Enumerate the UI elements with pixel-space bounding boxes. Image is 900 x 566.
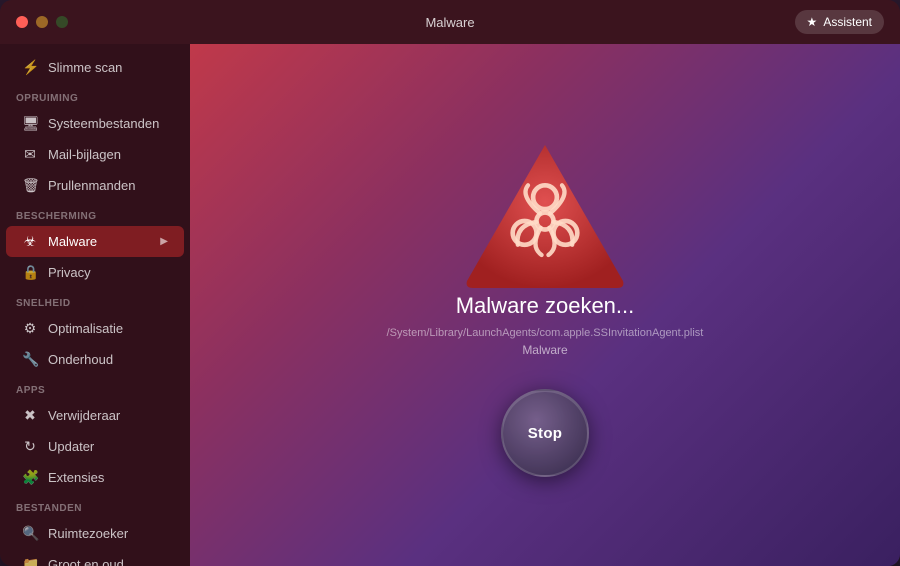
- window-title: Malware: [425, 15, 474, 30]
- titlebar: Malware ★ Assistent: [0, 0, 900, 44]
- section-label-bescherming: Bescherming: [0, 201, 190, 226]
- sidebar-item-label: Groot en oud: [48, 557, 124, 566]
- sidebar-item-extensies[interactable]: 🧩 Extensies: [6, 462, 184, 493]
- sidebar-item-onderhoud[interactable]: 🔧 Onderhoud: [6, 344, 184, 375]
- sidebar-item-ruimtezoeker[interactable]: 🔍 Ruimtezoeker: [6, 518, 184, 549]
- sidebar-item-optimalisatie[interactable]: ⚙ Optimalisatie: [6, 313, 184, 344]
- mail-bijlagen-icon: ✉: [22, 146, 38, 163]
- prullenmanden-icon: 🗑: [22, 177, 38, 194]
- sidebar-item-label: Slimme scan: [48, 60, 122, 75]
- sidebar-item-label: Privacy: [48, 265, 91, 280]
- stop-button[interactable]: Stop: [501, 389, 589, 477]
- sidebar-item-label: Mail-bijlagen: [48, 147, 121, 162]
- ruimtezoeker-icon: 🔍: [22, 525, 38, 542]
- sidebar-item-label: Systeembestanden: [48, 116, 159, 131]
- chevron-right-icon: ▶: [160, 236, 168, 247]
- sidebar-item-label: Verwijderaar: [48, 408, 120, 423]
- sidebar-item-updater[interactable]: ↻ Updater: [6, 431, 184, 462]
- optimalisatie-icon: ⚙: [22, 320, 38, 337]
- scanning-title: Malware zoeken...: [456, 293, 635, 319]
- assistant-button[interactable]: ★ Assistent: [795, 10, 884, 34]
- sidebar-item-malware[interactable]: ☣ Malware ▶: [6, 226, 184, 257]
- sidebar-item-systeembestanden[interactable]: 🖥 Systeembestanden: [6, 108, 184, 139]
- sidebar-item-label: Prullenmanden: [48, 178, 135, 193]
- sidebar-item-label: Onderhoud: [48, 352, 113, 367]
- systeembestanden-icon: 🖥: [22, 115, 38, 132]
- sidebar-item-prullenmanden[interactable]: 🗑 Prullenmanden: [6, 170, 184, 201]
- malware-icon: ☣: [22, 233, 38, 250]
- section-label-bestanden: Bestanden: [0, 493, 190, 518]
- onderhoud-icon: 🔧: [22, 351, 38, 368]
- sidebar-item-groot-en-oud[interactable]: 📁 Groot en oud: [6, 549, 184, 566]
- sidebar-item-slimme-scan[interactable]: ⚡ Slimme scan: [6, 52, 184, 83]
- sidebar-item-label: Malware: [48, 234, 97, 249]
- sidebar-item-label: Extensies: [48, 470, 104, 485]
- section-label-opruiming: Opruiming: [0, 83, 190, 108]
- maximize-button[interactable]: [56, 16, 68, 28]
- main-content: Malware zoeken... /System/Library/Launch…: [190, 44, 900, 566]
- sidebar-item-mail-bijlagen[interactable]: ✉ Mail-bijlagen: [6, 139, 184, 170]
- sidebar-item-privacy[interactable]: 🔒 Privacy: [6, 257, 184, 288]
- scanning-path: /System/Library/LaunchAgents/com.apple.S…: [387, 327, 704, 339]
- privacy-icon: 🔒: [22, 264, 38, 281]
- assistant-icon: ★: [807, 15, 818, 29]
- sidebar: ⚡ Slimme scan Opruiming 🖥 Systeembestand…: [0, 44, 190, 566]
- minimize-button[interactable]: [36, 16, 48, 28]
- verwijderaar-icon: ✖: [22, 407, 38, 424]
- updater-icon: ↻: [22, 438, 38, 455]
- assistant-label: Assistent: [823, 15, 872, 29]
- traffic-lights: [16, 16, 68, 28]
- biohazard-icon: [455, 133, 635, 293]
- sidebar-item-label: Ruimtezoeker: [48, 526, 128, 541]
- scanning-subtitle: Malware: [522, 343, 567, 357]
- section-label-snelheid: Snelheid: [0, 288, 190, 313]
- extensies-icon: 🧩: [22, 469, 38, 486]
- sidebar-item-verwijderaar[interactable]: ✖ Verwijderaar: [6, 400, 184, 431]
- slimme-scan-icon: ⚡: [22, 59, 38, 76]
- close-button[interactable]: [16, 16, 28, 28]
- sidebar-item-label: Updater: [48, 439, 94, 454]
- sidebar-item-label: Optimalisatie: [48, 321, 123, 336]
- section-label-apps: Apps: [0, 375, 190, 400]
- groot-en-oud-icon: 📁: [22, 556, 38, 566]
- app-window: Malware ★ Assistent ⚡ Slimme scan Opruim…: [0, 0, 900, 566]
- content-area: ⚡ Slimme scan Opruiming 🖥 Systeembestand…: [0, 44, 900, 566]
